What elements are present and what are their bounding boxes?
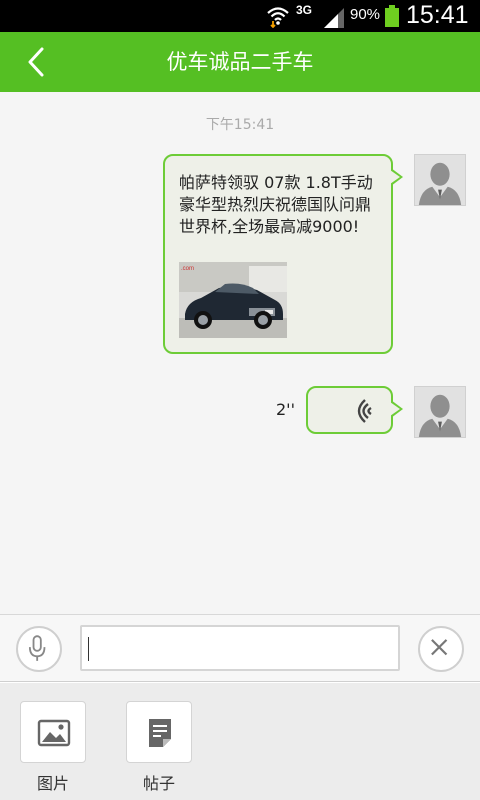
battery-percent: 90%: [350, 6, 381, 23]
svg-text:.com: .com: [181, 266, 194, 272]
avatar[interactable]: [414, 154, 466, 206]
voice-wave-icon: [357, 399, 372, 423]
attachment-panel: 图片 帖子: [0, 683, 480, 800]
car-image-icon: .com: [179, 262, 287, 338]
text-cursor: [88, 637, 89, 661]
title-bar: 优车诚品二手车: [0, 32, 480, 92]
battery-icon: [385, 5, 399, 27]
clock: 15:41: [406, 1, 469, 29]
voice-input-button[interactable]: [16, 626, 62, 672]
message-bubble-text[interactable]: 帕萨特领驭 07款 1.8T手动豪华型热烈庆祝德国队问鼎世界杯,全场最高减900…: [163, 154, 403, 354]
post-attach-button[interactable]: [126, 701, 192, 763]
signal-icon: [324, 8, 344, 28]
page-title: 优车诚品二手车: [166, 50, 314, 74]
chat-area[interactable]: 下午15:41 帕萨特领驭 07款 1.8T手动豪华型热烈庆祝德国队问鼎世界杯,…: [0, 92, 480, 614]
voice-message-bubble[interactable]: [306, 386, 403, 434]
message-input[interactable]: [80, 625, 400, 671]
avatar[interactable]: [414, 386, 466, 438]
message-timestamp: 下午15:41: [205, 117, 275, 133]
status-bar: 3G 90% 15:41: [0, 0, 480, 32]
close-panel-button[interactable]: [418, 626, 464, 672]
user-silhouette-icon: [415, 387, 465, 437]
post-attach-label: 帖子: [142, 774, 175, 793]
microphone-icon: [28, 635, 46, 661]
image-attach-label: 图片: [36, 774, 69, 793]
car-photo[interactable]: .com: [179, 262, 287, 338]
message-text: 帕萨特领驭 07款 1.8T手动豪华型热烈庆祝德国队问鼎世界杯,全场最高减900…: [179, 173, 373, 236]
input-bar: [0, 614, 480, 682]
network-type: 3G: [296, 3, 313, 17]
post-icon: [149, 719, 171, 747]
close-icon: [431, 639, 448, 656]
image-attach-button[interactable]: [20, 701, 86, 763]
image-icon: [37, 719, 71, 747]
wifi-icon: [267, 7, 289, 28]
back-button[interactable]: [20, 44, 56, 80]
voice-duration: 2'': [276, 400, 295, 419]
user-silhouette-icon: [415, 155, 465, 205]
